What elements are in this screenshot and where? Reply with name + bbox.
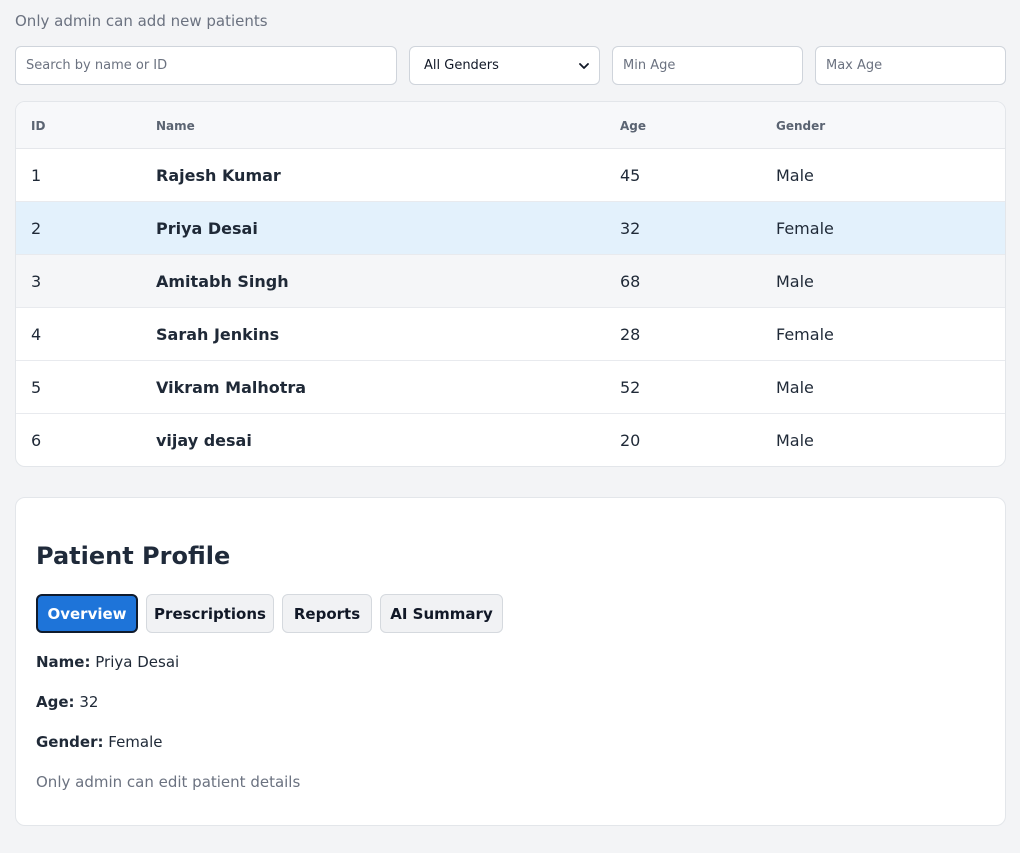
table-header: ID Name Age Gender [16, 102, 1005, 149]
profile-gender-label: Gender: [36, 733, 104, 751]
tab-overview[interactable]: Overview [36, 594, 138, 633]
search-input[interactable] [15, 46, 397, 85]
profile-age-value: 32 [79, 693, 99, 711]
cell-age: 68 [620, 272, 641, 291]
cell-name: vijay desai [156, 431, 252, 450]
cell-name: Vikram Malhotra [156, 378, 307, 397]
cell-age: 52 [620, 378, 641, 397]
table-row[interactable]: 5 Vikram Malhotra 52 Male [16, 361, 1005, 414]
patients-table: ID Name Age Gender 1 Rajesh Kumar 45 Mal… [15, 101, 1006, 467]
gender-select[interactable]: All Genders [409, 46, 600, 85]
chevron-down-icon [579, 62, 589, 69]
header-id: ID [31, 119, 46, 133]
cell-gender: Male [776, 431, 814, 450]
cell-id: 3 [31, 272, 42, 291]
profile-gender-line: Gender: Female [36, 733, 163, 751]
profile-gender-value: Female [108, 733, 163, 751]
table-row[interactable]: 3 Amitabh Singh 68 Male [16, 255, 1005, 308]
tab-reports[interactable]: Reports [282, 594, 372, 633]
max-age-input[interactable] [815, 46, 1006, 85]
cell-id: 5 [31, 378, 42, 397]
header-gender: Gender [776, 119, 826, 133]
cell-age: 32 [620, 219, 641, 238]
edit-permission-notice: Only admin can edit patient details [36, 773, 301, 791]
gender-select-value: All Genders [424, 58, 499, 73]
profile-name-line: Name: Priya Desai [36, 653, 179, 671]
profile-title: Patient Profile [36, 542, 231, 570]
add-patient-notice: Only admin can add new patients [15, 12, 268, 30]
table-row[interactable]: 1 Rajesh Kumar 45 Male [16, 149, 1005, 202]
profile-name-value: Priya Desai [95, 653, 180, 671]
profile-age-label: Age: [36, 693, 75, 711]
profile-name-label: Name: [36, 653, 91, 671]
cell-gender: Male [776, 272, 814, 291]
cell-name: Sarah Jenkins [156, 325, 280, 344]
table-row[interactable]: 4 Sarah Jenkins 28 Female [16, 308, 1005, 361]
cell-gender: Male [776, 166, 814, 185]
cell-gender: Female [776, 325, 834, 344]
cell-age: 28 [620, 325, 641, 344]
cell-age: 20 [620, 431, 641, 450]
cell-id: 6 [31, 431, 42, 450]
profile-age-line: Age: 32 [36, 693, 98, 711]
patient-profile-panel: Patient Profile Overview Prescriptions R… [15, 497, 1006, 826]
cell-name: Priya Desai [156, 219, 258, 238]
cell-gender: Male [776, 378, 814, 397]
tab-prescriptions[interactable]: Prescriptions [146, 594, 274, 633]
header-age: Age [620, 119, 647, 133]
cell-id: 1 [31, 166, 42, 185]
cell-age: 45 [620, 166, 641, 185]
table-row[interactable]: 6 vijay desai 20 Male [16, 414, 1005, 466]
cell-id: 4 [31, 325, 42, 344]
table-row-selected[interactable]: 2 Priya Desai 32 Female [16, 202, 1005, 255]
header-name: Name [156, 119, 195, 133]
filter-bar: All Genders [15, 46, 1006, 85]
cell-id: 2 [31, 219, 42, 238]
tab-ai-summary[interactable]: AI Summary [380, 594, 503, 633]
cell-name: Rajesh Kumar [156, 166, 281, 185]
cell-gender: Female [776, 219, 834, 238]
cell-name: Amitabh Singh [156, 272, 289, 291]
min-age-input[interactable] [612, 46, 803, 85]
